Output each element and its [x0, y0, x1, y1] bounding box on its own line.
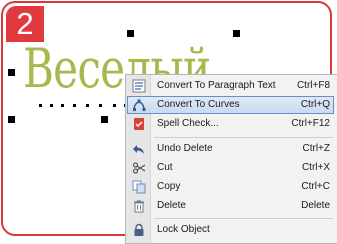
selection-handle-top-center[interactable] — [127, 30, 134, 37]
spell-check-icon — [132, 117, 146, 131]
curves-icon — [132, 98, 146, 112]
selection-handle-bottom-left[interactable] — [8, 116, 15, 123]
paragraph-text-icon — [132, 79, 146, 93]
menu-separator — [154, 218, 333, 219]
lock-icon — [132, 223, 146, 237]
node-dot — [86, 104, 89, 107]
node-dot — [50, 104, 53, 107]
menu-item-spell-check[interactable]: Spell Check... Ctrl+F12 — [127, 115, 334, 133]
node-dot — [113, 104, 116, 107]
selection-handle-bottom-center[interactable] — [101, 116, 108, 123]
copy-icon — [132, 180, 146, 194]
menu-item-delete[interactable]: Delete Delete — [127, 197, 334, 215]
scissors-icon — [132, 161, 146, 175]
menu-item-convert-to-paragraph-text[interactable]: Convert To Paragraph Text Ctrl+F8 — [127, 77, 334, 95]
menu-item-convert-to-curves[interactable]: Convert To Curves Ctrl+Q — [127, 96, 334, 114]
undo-icon — [132, 142, 146, 156]
node-dot — [73, 104, 76, 107]
menu-item-lock-object[interactable]: Lock Object — [127, 221, 334, 239]
trash-icon — [132, 199, 146, 213]
node-dot — [99, 104, 102, 107]
menu-item-undo-delete[interactable]: Undo Delete Ctrl+Z — [127, 140, 334, 158]
context-menu: Convert To Paragraph Text Ctrl+F8 Conver… — [125, 74, 337, 244]
selection-handle-middle-left[interactable] — [8, 69, 15, 76]
menu-item-cut[interactable]: Cut Ctrl+X — [127, 159, 334, 177]
menu-item-copy[interactable]: Copy Ctrl+C — [127, 178, 334, 196]
step-number-badge: 2 — [6, 6, 44, 42]
menu-separator — [154, 137, 333, 138]
selection-handle-top-right[interactable] — [233, 30, 240, 37]
node-dot — [61, 104, 64, 107]
node-dot — [39, 104, 42, 107]
